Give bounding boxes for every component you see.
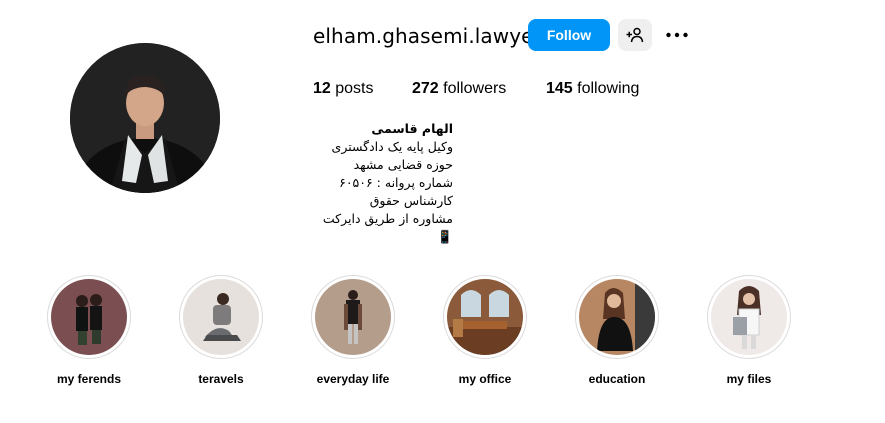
highlight-label: everyday life	[316, 372, 390, 386]
highlight-cover	[315, 279, 391, 355]
highlight-my-files[interactable]: my files	[704, 275, 794, 386]
follow-button[interactable]: Follow	[528, 19, 610, 51]
highlight-ring	[443, 275, 527, 359]
bio-line: مشاوره از طریق دایرکت 📱	[322, 211, 453, 244]
more-options-button[interactable]	[662, 22, 692, 48]
highlight-cover-image	[579, 279, 655, 355]
posts-count[interactable]: 12 posts	[313, 80, 374, 98]
highlight-my-office[interactable]: my office	[440, 275, 530, 386]
bio-line: وکیل پایه یک دادگستری	[331, 139, 453, 154]
followers-count[interactable]: 272 followers	[412, 80, 506, 98]
profile-bio: الهام قاسمی وکیل پایه یک دادگستری حوزه ق…	[313, 120, 453, 246]
following-label: following	[577, 80, 640, 97]
posts-number: 12	[313, 80, 331, 97]
profile-username: elham.ghasemi.lawyer	[313, 24, 542, 48]
highlight-label: teravels	[198, 372, 244, 386]
following-count[interactable]: 145 following	[546, 80, 639, 98]
highlight-ring	[311, 275, 395, 359]
highlight-ring	[707, 275, 791, 359]
highlight-label: my office	[458, 372, 512, 386]
person-add-icon	[626, 27, 644, 43]
bio-line: کارشناس حقوق	[369, 193, 453, 208]
highlight-cover	[51, 279, 127, 355]
bio-line: شماره پروانه : ۶۰۵۰۶	[339, 175, 453, 190]
highlight-label: education	[588, 372, 646, 386]
highlight-ring	[47, 275, 131, 359]
highlight-cover	[711, 279, 787, 355]
posts-label: posts	[335, 80, 374, 97]
bio-line: حوزه قضایی مشهد	[353, 157, 453, 172]
highlight-label: my ferends	[56, 372, 122, 386]
highlight-label: my files	[726, 372, 772, 386]
highlight-cover	[183, 279, 259, 355]
highlight-cover-image	[315, 279, 391, 355]
highlight-cover	[579, 279, 655, 355]
followers-label: followers	[443, 80, 507, 97]
highlight-cover-image	[183, 279, 259, 355]
highlight-my-ferends[interactable]: my ferends	[44, 275, 134, 386]
highlight-ring	[179, 275, 263, 359]
following-number: 145	[546, 80, 573, 97]
highlight-ring	[575, 275, 659, 359]
story-highlights: my ferends teravels everyday life my off…	[0, 275, 885, 395]
highlight-cover	[447, 279, 523, 355]
highlight-cover-image	[447, 279, 523, 355]
highlight-cover-image	[711, 279, 787, 355]
followers-number: 272	[412, 80, 439, 97]
profile-avatar[interactable]	[70, 43, 220, 193]
profile-photo	[70, 43, 220, 193]
bio-full-name: الهام قاسمی	[371, 121, 453, 136]
more-horizontal-icon	[666, 32, 688, 38]
highlight-teravels[interactable]: teravels	[176, 275, 266, 386]
suggest-accounts-button[interactable]	[618, 19, 652, 51]
highlight-everyday-life[interactable]: everyday life	[308, 275, 398, 386]
highlight-cover-image	[51, 279, 127, 355]
highlight-education[interactable]: education	[572, 275, 662, 386]
